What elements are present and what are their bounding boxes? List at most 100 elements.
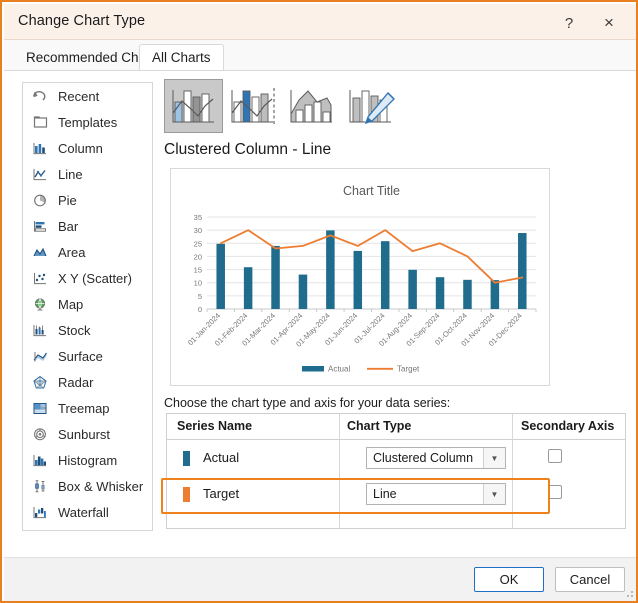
cancel-button[interactable]: Cancel: [555, 567, 625, 592]
sidebar-item-label: Stock: [58, 322, 91, 338]
series-color-swatch: [183, 487, 190, 502]
chevron-down-icon[interactable]: ▼: [483, 484, 505, 504]
sidebar-item-map[interactable]: Map: [23, 291, 152, 317]
sidebar-item-label: Sunburst: [58, 426, 111, 442]
ok-button[interactable]: OK: [474, 567, 544, 592]
sunburst-icon: [29, 424, 51, 444]
series-table: Series Name Chart Type Secondary Axis Ac…: [166, 413, 626, 529]
box-whisker-icon: [29, 476, 51, 496]
pie-icon: [29, 190, 51, 210]
chart-type-value-target: Line: [373, 487, 397, 501]
chart-preview: Chart Title 0 5 10 15 20 25 30 35 01-Jan-2024 01-F…: [170, 168, 550, 386]
sidebar-item-treemap[interactable]: Treemap: [23, 395, 152, 421]
surface-icon: [29, 346, 51, 366]
sidebar-item-label: Radar: [58, 374, 94, 390]
close-icon[interactable]: ×: [592, 10, 626, 36]
templates-icon: [29, 112, 51, 132]
svg-text:0: 0: [198, 305, 202, 314]
secondary-axis-checkbox-target[interactable]: [548, 485, 562, 499]
sidebar-item-bar[interactable]: Bar: [23, 213, 152, 239]
chart-type-dropdown-target[interactable]: Line ▼: [366, 483, 506, 505]
dialog-body: Recent Templates Column Line Pie Bar Area X Y (…: [4, 70, 636, 601]
sidebar-item-label: X Y (Scatter): [58, 270, 132, 286]
resize-grip[interactable]: [624, 588, 634, 598]
sidebar-item-label: Recent: [58, 88, 100, 104]
chart-type-dropdown-actual[interactable]: Clustered Column ▼: [366, 447, 506, 469]
chevron-down-icon[interactable]: ▼: [483, 448, 505, 468]
combo-variant-custom-combination[interactable]: [341, 79, 400, 133]
sidebar-item-label: Templates: [58, 114, 118, 130]
map-icon: [29, 294, 51, 314]
radar-icon: [29, 372, 51, 392]
sidebar-item-sunburst[interactable]: Sunburst: [23, 421, 152, 447]
column-header-secondary-axis: Secondary Axis: [521, 419, 615, 433]
table-row: Target Line ▼: [167, 476, 625, 512]
table-row: Actual Clustered Column ▼: [167, 440, 625, 476]
combo-variant-stacked-area-clustered-column[interactable]: [282, 79, 341, 133]
combo-variant-gallery[interactable]: [164, 79, 626, 135]
series-table-caption: Choose the chart type and axis for your …: [164, 396, 451, 410]
svg-text:10: 10: [194, 279, 202, 288]
svg-text:5: 5: [198, 292, 202, 301]
svg-text:20: 20: [194, 252, 202, 261]
dialog-footer: OK Cancel: [4, 557, 636, 601]
series-color-swatch: [183, 451, 190, 466]
sidebar-item-label: Line: [58, 166, 83, 182]
sidebar-item-label: Funnel: [58, 531, 98, 532]
change-chart-type-dialog: Change Chart Type ? × Recommended Charts…: [0, 0, 638, 603]
chart-category-list[interactable]: Recent Templates Column Line Pie Bar Area X Y (…: [22, 82, 153, 531]
secondary-axis-checkbox-actual[interactable]: [548, 449, 562, 463]
sidebar-item-label: Map: [58, 296, 84, 312]
sidebar-item-label: Box & Whisker: [58, 478, 144, 494]
svg-text:25: 25: [194, 239, 202, 248]
sidebar-item-label: Treemap: [58, 400, 110, 416]
sidebar-item-funnel[interactable]: Funnel: [23, 525, 152, 532]
sidebar-item-pie[interactable]: Pie: [23, 187, 152, 213]
dialog-titlebar: Change Chart Type ? ×: [4, 4, 636, 40]
recent-icon: [29, 86, 51, 106]
sidebar-item-templates[interactable]: Templates: [23, 109, 152, 135]
column-header-chart-type: Chart Type: [347, 419, 412, 433]
sidebar-item-waterfall[interactable]: Waterfall: [23, 499, 152, 525]
combo-variant-clustered-column-line-secondary[interactable]: [223, 79, 282, 133]
svg-text:15: 15: [194, 266, 202, 275]
help-icon[interactable]: ?: [552, 10, 586, 36]
sidebar-item-label: Area: [58, 244, 86, 260]
sidebar-item-label: Histogram: [58, 452, 118, 468]
column-icon: [29, 138, 51, 158]
sidebar-item-surface[interactable]: Surface: [23, 343, 152, 369]
sidebar-item-stock[interactable]: Stock: [23, 317, 152, 343]
area-icon: [29, 242, 51, 262]
sidebar-item-radar[interactable]: Radar: [23, 369, 152, 395]
line-icon: [29, 164, 51, 184]
sidebar-item-line[interactable]: Line: [23, 161, 152, 187]
tab-all-charts[interactable]: All Charts: [139, 44, 224, 70]
waterfall-icon: [29, 502, 51, 522]
sidebar-item-histogram[interactable]: Histogram: [23, 447, 152, 473]
treemap-icon: [29, 398, 51, 418]
sidebar-item-label: Bar: [58, 218, 79, 234]
svg-text:Target: Target: [397, 365, 420, 374]
svg-text:Chart Title: Chart Title: [343, 184, 400, 198]
chart-type-value-actual: Clustered Column: [373, 451, 474, 465]
chart-preview-svg: Chart Title0510152025303501-Jan-202401-F…: [186, 184, 537, 374]
sidebar-item-label: Pie: [58, 192, 77, 208]
series-name-actual: Actual: [203, 450, 240, 465]
chart-subtype-title: Clustered Column - Line: [164, 141, 332, 158]
stock-icon: [29, 320, 51, 340]
svg-text:30: 30: [194, 226, 202, 235]
sidebar-item-area[interactable]: Area: [23, 239, 152, 265]
tab-strip: Recommended Charts All Charts: [4, 40, 636, 70]
combo-variant-clustered-column-line[interactable]: [164, 79, 223, 133]
series-name-target: Target: [203, 486, 240, 501]
column-header-series-name: Series Name: [177, 419, 253, 433]
sidebar-item-box-whisker[interactable]: Box & Whisker: [23, 473, 152, 499]
dialog-title: Change Chart Type: [18, 13, 146, 29]
sidebar-item-label: Waterfall: [58, 504, 109, 520]
scatter-icon: [29, 268, 51, 288]
sidebar-item-label: Surface: [58, 348, 103, 364]
series-table-header: Series Name Chart Type Secondary Axis: [167, 414, 625, 440]
sidebar-item-recent[interactable]: Recent: [23, 83, 152, 109]
sidebar-item-x-y-scatter[interactable]: X Y (Scatter): [23, 265, 152, 291]
sidebar-item-column[interactable]: Column: [23, 135, 152, 161]
